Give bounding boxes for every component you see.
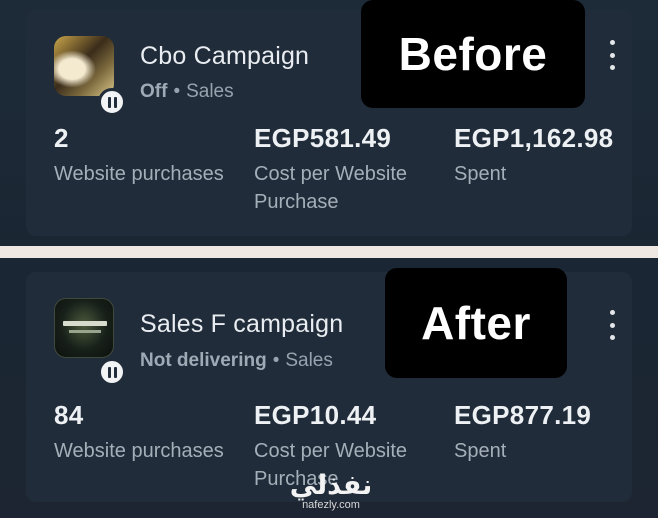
stat-label: Spent [454,440,507,462]
campaign-title[interactable]: Sales F campaign [140,310,343,339]
before-tag: Before [361,0,585,108]
stat-value: 2 [54,123,69,153]
separator-dot: • [173,81,181,102]
stat-website-purchases: 2 Website purchases [54,123,240,223]
stat-value: EGP581.49 [254,123,392,153]
after-tag: After [385,268,567,378]
watermark-arabic: نفذلي [289,470,373,501]
campaign-title[interactable]: Cbo Campaign [140,42,309,71]
campaign-stats: 2 Website purchases EGP581.49 Cost per W… [54,123,629,223]
campaign-objective: Sales [186,81,234,102]
stat-website-purchases: 84 Website purchases [54,400,240,500]
pause-icon[interactable] [98,358,126,386]
separator-dot: • [272,350,280,371]
campaign-subline: Not delivering • Sales [140,350,333,372]
stat-cost-per-purchase: EGP581.49 Cost per Website Purchase [254,123,440,223]
campaign-subline: Off • Sales [140,81,234,103]
stat-label: Website purchases [54,440,224,462]
stat-label: Website purchases [54,163,224,185]
delivery-status: Off [140,81,168,102]
before-panel: Cbo Campaign Off • Sales 2 Website purchas… [0,0,658,246]
stat-value: EGP877.19 [454,400,592,430]
stat-label: Spent [454,163,507,185]
campaign-thumbnail[interactable] [54,36,114,96]
more-vertical-icon[interactable] [602,310,622,340]
delivery-status: Not delivering [140,350,267,371]
campaign-thumbnail[interactable] [54,298,114,358]
stat-value: EGP1,162.98 [454,123,614,153]
watermark: نفذلي nafezly.com [283,470,379,512]
pause-icon[interactable] [98,88,126,116]
stat-value: 84 [54,400,84,430]
more-vertical-icon[interactable] [602,40,622,70]
stat-spent: EGP877.19 Spent [454,400,640,500]
stat-value: EGP10.44 [254,400,377,430]
campaign-objective: Sales [285,350,333,371]
panel-divider [0,246,658,258]
stat-label: Cost per Website Purchase [254,163,408,213]
stat-spent: EGP1,162.98 Spent [454,123,640,223]
